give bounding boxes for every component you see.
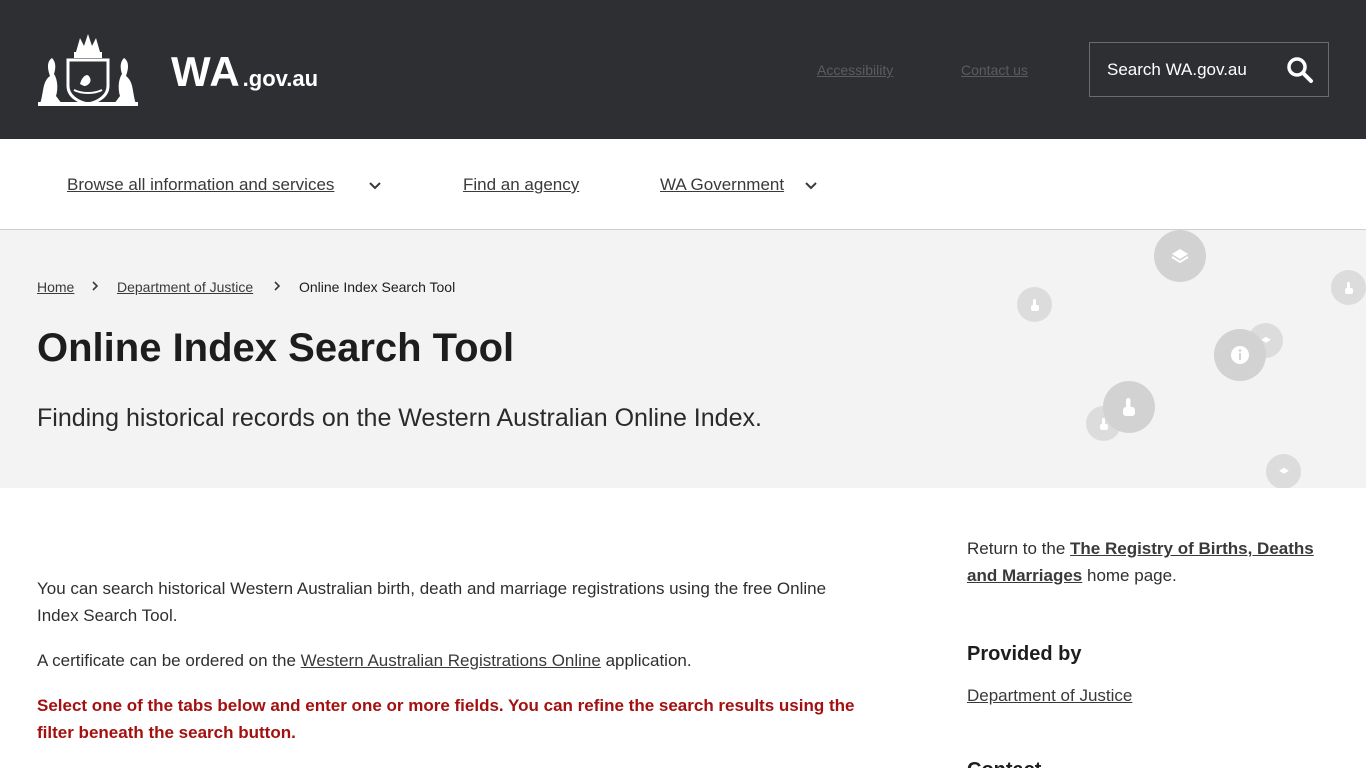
breadcrumb-department[interactable]: Department of Justice — [117, 279, 253, 295]
nav-wa-government[interactable]: WA Government — [660, 175, 784, 195]
nav-find-agency[interactable]: Find an agency — [463, 175, 579, 195]
provided-by-row: Department of Justice — [967, 682, 1327, 709]
provided-by-heading: Provided by — [967, 643, 1082, 665]
chevron-right-icon — [92, 281, 99, 291]
chevron-down-icon[interactable] — [804, 181, 818, 191]
site-header: WA.gov.au Accessibility Contact us — [0, 0, 1366, 139]
chevron-down-icon[interactable] — [368, 181, 382, 191]
return-text-after: home page. — [1082, 566, 1177, 585]
certificate-text-after: application. — [600, 651, 692, 670]
info-icon — [1214, 329, 1266, 381]
department-of-justice-link[interactable]: Department of Justice — [967, 686, 1132, 705]
contact-us-link[interactable]: Contact us — [961, 62, 1028, 78]
main-navigation: Browse all information and services Find… — [0, 139, 1366, 230]
certificate-text-before: A certificate can be ordered on the — [37, 651, 301, 670]
search-button[interactable] — [1286, 56, 1314, 84]
wordmark-suffix: .gov.au — [242, 66, 319, 91]
wa-gov-wordmark[interactable]: WA.gov.au — [171, 48, 318, 96]
certificate-paragraph: A certificate can be ordered on the West… — [37, 647, 867, 674]
nav-browse-all[interactable]: Browse all information and services — [67, 175, 334, 195]
accessibility-link[interactable]: Accessibility — [817, 62, 893, 78]
wa-crest-logo[interactable] — [36, 32, 140, 106]
search-input[interactable] — [1090, 43, 1270, 96]
layers-icon — [1266, 454, 1301, 488]
touch-icon — [1103, 381, 1155, 433]
registrations-online-link[interactable]: Western Australian Registrations Online — [301, 651, 601, 670]
contact-heading: Contact — [967, 757, 1327, 768]
site-search — [1089, 42, 1329, 97]
breadcrumb-home[interactable]: Home — [37, 279, 74, 295]
layers-icon — [1154, 230, 1206, 282]
page-title: Online Index Search Tool — [37, 326, 515, 370]
return-paragraph: Return to the The Registry of Births, De… — [967, 535, 1327, 589]
touch-icon — [1331, 270, 1366, 305]
return-text-before: Return to the — [967, 539, 1071, 558]
instruction-alert: Select one of the tabs below and enter o… — [37, 696, 855, 742]
touch-icon — [1017, 287, 1052, 322]
intro-paragraph: You can search historical Western Austra… — [37, 579, 827, 625]
page-subtitle: Finding historical records on the Wester… — [37, 404, 762, 432]
sidebar: Return to the The Registry of Births, De… — [967, 535, 1327, 768]
breadcrumb-current: Online Index Search Tool — [299, 279, 456, 295]
chevron-right-icon — [274, 281, 281, 291]
search-icon — [1287, 57, 1313, 83]
page-hero: Home Department of Justice Online Index … — [0, 230, 1366, 488]
main-content: You can search historical Western Austra… — [37, 575, 867, 764]
wordmark-wa: WA — [171, 48, 241, 95]
